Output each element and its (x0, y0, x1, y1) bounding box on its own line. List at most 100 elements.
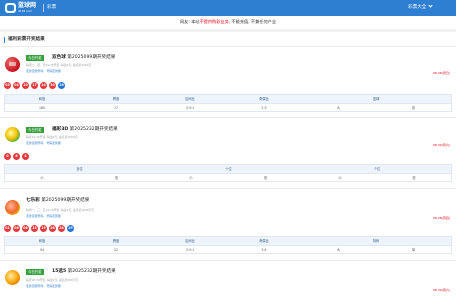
stats-value-row: 小 双 小 双 小 双 (5, 173, 451, 181)
stats-value: 94 (39, 248, 45, 252)
game-title[interactable]: 15选5 第2025232期开奖结果 (52, 269, 116, 275)
game-name: 七乐彩 (26, 198, 40, 203)
lottery-ball: 17 (31, 82, 38, 89)
game-title[interactable]: 七乐彩 第2025099期开奖结果 (26, 198, 89, 204)
ssq-icon[interactable] (5, 57, 20, 72)
stats-header: 个位 (373, 167, 381, 171)
lottery-ball: 04 (13, 82, 20, 89)
trend-pick-link[interactable]: 走势定胆号码 (26, 141, 43, 145)
lottery-ball: 29 (67, 225, 74, 232)
qlc-icon[interactable] (5, 200, 20, 215)
lottery-ball: 28 (58, 225, 65, 232)
stats-header-row: 和值 跨度 区间比 奇偶比 蓝球 (5, 95, 451, 103)
lottery-ball: 01 (4, 225, 11, 232)
game-name: 双色球 (52, 55, 66, 60)
3d-icon[interactable] (5, 127, 20, 142)
lottery-ball: 06 (13, 225, 20, 232)
stats-value: 小 (40, 176, 44, 180)
trend-pick-link[interactable]: 走势定胆号码 (26, 69, 43, 73)
stats-header: 奇偶比 (259, 97, 269, 101)
chevron-down-icon (428, 3, 434, 8)
stats-header-row: 百位 十位 个位 (5, 165, 451, 173)
game-issue: 第2025099期开奖结果 (41, 198, 90, 203)
game-meta: 每天21:15开奖, 每注2元, 最高奖1040元 (26, 135, 78, 139)
stats-value: 3:3:1 (185, 106, 195, 110)
divider (0, 260, 456, 261)
stats-header: 蓝球 (372, 97, 380, 101)
notice-prefix: 网友: 本站 (179, 19, 200, 24)
game-meta: 每周二、四、日21:15开奖, 每注2元, 最高奖1000万 (26, 63, 92, 67)
stats-header: 跨度 (112, 239, 120, 243)
notice-suffix: , 不能充值, 不兼任何产业 (228, 19, 277, 24)
game-issue: 第2025232期开奖结果 (69, 127, 118, 132)
stats-value: 3:3:1 (185, 248, 195, 252)
trend-chart-link[interactable]: 号码走势图 (46, 284, 60, 288)
stats-value: 双 (411, 106, 416, 110)
lottery-menu-label: 彩票大全 (408, 5, 427, 10)
stats-header: 和值 (38, 97, 46, 101)
lottery-ball: 26 (49, 225, 56, 232)
section-separator (0, 29, 456, 32)
channel-label[interactable]: 彩票 (47, 5, 56, 11)
lottery-ball: 19 (40, 225, 47, 232)
stats-header: 区间比 (185, 239, 195, 243)
stats-header-row: 和值 跨度 区间比 奇偶比 特码 (5, 237, 451, 245)
lottery-ball: 8 (13, 153, 20, 160)
stats-value: 17 (113, 106, 119, 110)
game-title[interactable]: 双色球 第2025099期开奖结果 (52, 55, 115, 61)
stats-value: 2:3 (261, 106, 267, 110)
stats-header: 跨度 (112, 97, 120, 101)
stats-table: 百位 十位 个位 小 双 小 双 小 双 (4, 164, 452, 182)
game-name: 福彩3D (52, 127, 69, 132)
15x5-icon[interactable] (5, 270, 20, 285)
today-draw-tag: 今日开奖 (26, 55, 44, 61)
game-links: 走势定胆号码 号码走势图 (26, 214, 64, 218)
trend-chart-link[interactable]: 号码走势图 (46, 69, 60, 73)
draw-date: 08-30(周六) (432, 288, 450, 292)
stats-header: 奇偶比 (259, 239, 269, 243)
game-name: 15选5 (52, 269, 67, 274)
stats-value: 双 (412, 176, 416, 180)
stats-value: 小 (189, 176, 193, 180)
notice-warning: 不提供购彩业务 (199, 19, 229, 24)
stats-value: 双 (114, 176, 119, 180)
stats-value-row: 180 17 3:3:1 2:3 大 双 (5, 103, 451, 111)
lottery-ball: 30 (49, 82, 56, 89)
stats-table: 和值 跨度 区间比 奇偶比 蓝球 180 17 3:3:1 2:3 大 双 (4, 94, 452, 112)
game-issue: 第2025099期开奖结果 (67, 55, 116, 60)
trend-pick-link[interactable]: 走势定胆号码 (26, 214, 43, 218)
game-issue: 第2025232期开奖结果 (67, 269, 116, 274)
section-title: 福利彩票开奖结果 (4, 37, 45, 43)
lottery-ball: 4 (22, 153, 29, 160)
logo-icon[interactable] (5, 3, 16, 13)
stats-value-row: 94 22 3:3:1 3:4 大 单 (5, 245, 451, 253)
trend-chart-link[interactable]: 号码走势图 (46, 214, 60, 218)
divider (0, 117, 456, 118)
draw-date: 08-30(周六) (432, 143, 450, 147)
stats-header: 十位 (225, 167, 232, 171)
stats-value: 180 (38, 106, 46, 110)
lottery-menu-button[interactable]: 彩票大全 (408, 3, 434, 11)
lottery-ball: 16 (58, 82, 65, 89)
logo-text[interactable]: 蓝球网 (18, 2, 36, 9)
trend-pick-link[interactable]: 走势定胆号码 (26, 284, 43, 288)
trend-chart-link[interactable]: 号码走势图 (46, 141, 60, 145)
stats-header: 百位 (76, 167, 83, 171)
stats-value: 大 (336, 106, 341, 110)
game-meta: 每天20:30开奖, 每注2元, 最高奖300万元 (26, 278, 79, 282)
stats-value: 小 (338, 176, 342, 180)
today-draw-tag: 今日开奖 (26, 127, 44, 133)
lottery-ball: 15 (31, 225, 38, 232)
draw-date: 08-26(周日) (432, 71, 450, 75)
stats-value: 大 (336, 248, 341, 252)
stats-header: 特码 (372, 239, 380, 243)
stats-value: 3:4 (261, 248, 267, 252)
today-draw-tag: 今日开奖 (26, 269, 44, 275)
stats-header: 和值 (38, 239, 46, 243)
game-links: 走势定胆号码 号码走势图 (26, 141, 64, 145)
stats-value: 单 (411, 248, 416, 252)
lottery-ball: 08 (22, 225, 29, 232)
stats-value: 22 (113, 248, 119, 252)
game-title[interactable]: 福彩3D 第2025232期开奖结果 (52, 127, 118, 133)
game-links: 走势定胆号码 号码走势图 (26, 69, 64, 73)
